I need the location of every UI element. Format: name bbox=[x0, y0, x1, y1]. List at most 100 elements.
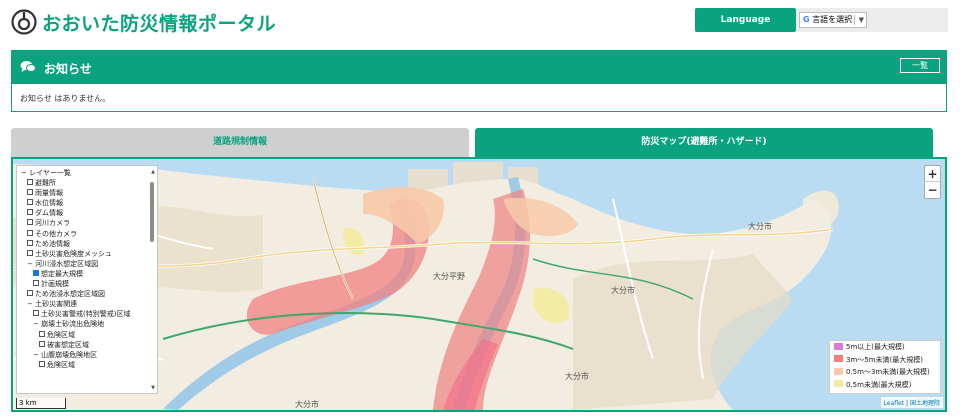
layer-label: 避難所 bbox=[35, 179, 56, 188]
layer-checkbox[interactable] bbox=[27, 229, 33, 236]
layer-checkbox[interactable] bbox=[33, 280, 39, 287]
layer-group[interactable]: − 河川浸水想定区域図 bbox=[21, 259, 157, 269]
layer-panel-title: レイヤー一覧 bbox=[29, 169, 71, 177]
legend-swatch bbox=[834, 367, 843, 375]
notice-body: お知らせ はありません。 bbox=[20, 94, 111, 103]
layer-item[interactable]: 避難所 bbox=[21, 178, 157, 188]
map-legend: 5m以上(最大規模) 3m〜5m未満(最大規模) 0.5m〜3m未満(最大規模)… bbox=[829, 340, 941, 394]
layer-item[interactable]: 想定最大規模 bbox=[21, 269, 157, 279]
page: おおいた防災情報ポータル Language G 言語を選択 ▼ お知らせ 一覧 … bbox=[0, 0, 960, 416]
layer-label: 想定最大規模 bbox=[41, 269, 83, 278]
scroll-up-icon[interactable]: ▲ bbox=[151, 169, 155, 175]
layer-label: 雨量情報 bbox=[35, 189, 63, 198]
layer-checkbox[interactable] bbox=[27, 249, 33, 256]
layer-label: ダム情報 bbox=[35, 209, 63, 218]
dropdown-arrow-icon: ▼ bbox=[858, 16, 864, 24]
layer-label: その他カメラ bbox=[35, 229, 77, 238]
legend-item: 3m〜5m未満(最大規模) bbox=[830, 354, 940, 367]
gsi-link[interactable]: 国土地理院 bbox=[910, 400, 940, 407]
layer-group-label: 土砂災害関連 bbox=[35, 300, 78, 309]
notice-panel: お知らせ 一覧 お知らせ はありません。 bbox=[11, 50, 947, 112]
layer-item[interactable]: ため池情報 bbox=[21, 239, 157, 249]
layer-group[interactable]: − 崩壊土砂流出危険地 bbox=[21, 319, 157, 329]
layer-checkbox[interactable] bbox=[27, 290, 33, 297]
language-button[interactable]: Language bbox=[695, 8, 796, 32]
layer-checkbox[interactable] bbox=[27, 199, 33, 206]
scroll-down-icon[interactable]: ▼ bbox=[151, 385, 155, 391]
layer-item[interactable]: 雨量情報 bbox=[21, 188, 157, 198]
layer-label: 被害想定区域 bbox=[47, 340, 89, 349]
layer-label: 計画規模 bbox=[41, 280, 69, 289]
leaflet-link[interactable]: Leaflet bbox=[884, 400, 904, 407]
hazard-map[interactable]: 大分平野 大分市 大分市 大分市 大分市 − レイヤー一覧 避難所 雨量情報 水… bbox=[11, 157, 947, 412]
notice-header: お知らせ 一覧 bbox=[12, 51, 946, 84]
layer-checkbox[interactable] bbox=[39, 360, 45, 367]
map-attribution: Leaflet | 国土地理院 bbox=[880, 397, 943, 408]
attribution-separator: | bbox=[906, 400, 909, 407]
place-label: 大分市 bbox=[611, 286, 635, 295]
layer-checkbox[interactable] bbox=[39, 330, 45, 337]
header: おおいた防災情報ポータル Language G 言語を選択 ▼ bbox=[0, 0, 960, 44]
legend-label: 5m以上(最大規模) bbox=[846, 343, 905, 351]
place-label: 大分市 bbox=[295, 400, 319, 409]
tab-road-regulation[interactable]: 道路規制情報 bbox=[11, 128, 469, 157]
google-translate-widget: G 言語を選択 ▼ bbox=[796, 8, 948, 32]
notice-title: お知らせ bbox=[44, 62, 92, 76]
layer-label: 土砂災害危険度メッシュ bbox=[35, 249, 112, 258]
layer-group-label: 河川浸水想定区域図 bbox=[35, 259, 99, 268]
layer-item[interactable]: 被害想定区域 bbox=[21, 340, 157, 350]
layer-label: ため池浸水想定区域図 bbox=[35, 290, 105, 299]
layer-label: 土砂災害警戒(特別警戒)区域 bbox=[41, 310, 131, 319]
layer-checkbox[interactable] bbox=[33, 310, 39, 317]
layer-item[interactable]: 土砂災害危険度メッシュ bbox=[21, 249, 157, 259]
notice-list-button[interactable]: 一覧 bbox=[900, 58, 940, 73]
layer-item[interactable]: 危険区域 bbox=[21, 330, 157, 340]
layer-item[interactable]: 土砂災害警戒(特別警戒)区域 bbox=[21, 309, 157, 319]
google-icon: G bbox=[803, 15, 810, 24]
layer-item[interactable]: その他カメラ bbox=[21, 229, 157, 239]
layer-group-label: 崩壊土砂流出危険地 bbox=[41, 320, 105, 329]
scale-bar: 3 km bbox=[16, 398, 66, 409]
place-label: 大分市 bbox=[565, 372, 589, 381]
layer-label: 危険区域 bbox=[47, 330, 75, 339]
layer-control-panel[interactable]: − レイヤー一覧 避難所 雨量情報 水位情報 ダム情報 河川カメラ その他カメラ… bbox=[16, 165, 158, 394]
layer-label: 水位情報 bbox=[35, 199, 63, 208]
zoom-out-button[interactable]: − bbox=[925, 182, 940, 198]
layer-group[interactable]: − 土砂災害関連 bbox=[21, 299, 157, 309]
translate-select-label: 言語を選択 bbox=[812, 15, 853, 24]
select-separator bbox=[854, 15, 855, 25]
layer-label: 河川カメラ bbox=[35, 219, 70, 228]
layer-item[interactable]: ため池浸水想定区域図 bbox=[21, 289, 157, 299]
legend-swatch bbox=[834, 355, 843, 362]
language-select[interactable]: G 言語を選択 ▼ bbox=[799, 12, 867, 28]
layer-label: ため池情報 bbox=[35, 239, 70, 248]
legend-label: 3m〜5m未満(最大規模) bbox=[846, 355, 924, 364]
layer-label: 危険区域 bbox=[47, 360, 75, 369]
site-title[interactable]: おおいた防災情報ポータル bbox=[42, 9, 276, 36]
legend-item: 5m以上(最大規模) bbox=[830, 341, 940, 354]
zoom-in-button[interactable]: + bbox=[925, 166, 940, 182]
layer-checkbox[interactable] bbox=[27, 189, 33, 196]
layer-group[interactable]: − 山腹崩壊危険地区 bbox=[21, 350, 157, 360]
layer-item[interactable]: ダム情報 bbox=[21, 208, 157, 218]
layer-checkbox[interactable] bbox=[39, 340, 45, 347]
layer-panel-header[interactable]: − レイヤー一覧 bbox=[21, 168, 157, 178]
legend-item: 0.5m未満(最大規模) bbox=[830, 379, 940, 392]
layer-item[interactable]: 危険区域 bbox=[21, 360, 157, 370]
layer-checkbox-checked[interactable] bbox=[33, 269, 39, 276]
layer-checkbox[interactable] bbox=[27, 209, 33, 216]
layer-group-label: 山腹崩壊危険地区 bbox=[41, 350, 98, 359]
layer-item[interactable]: 水位情報 bbox=[21, 198, 157, 208]
oita-logo-icon[interactable] bbox=[11, 9, 37, 35]
layer-panel-scrollbar[interactable] bbox=[150, 182, 154, 242]
layer-checkbox[interactable] bbox=[27, 179, 33, 186]
layer-checkbox[interactable] bbox=[27, 239, 33, 246]
place-label: 大分市 bbox=[748, 222, 772, 231]
legend-label: 0.5m〜3m未満(最大規模) bbox=[846, 368, 930, 376]
layer-item[interactable]: 河川カメラ bbox=[21, 218, 157, 228]
legend-swatch bbox=[834, 380, 843, 387]
tab-disaster-map[interactable]: 防災マップ(避難所・ハザード) bbox=[475, 128, 933, 157]
legend-swatch bbox=[834, 342, 843, 350]
layer-item[interactable]: 計画規模 bbox=[21, 279, 157, 289]
layer-checkbox[interactable] bbox=[27, 219, 33, 226]
